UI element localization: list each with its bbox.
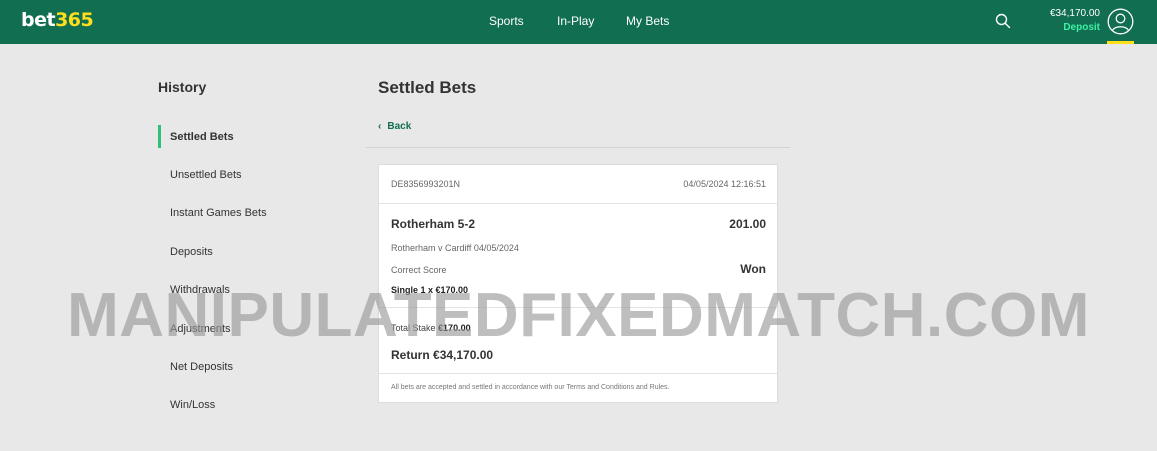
nav-my-bets[interactable]: My Bets [626, 14, 669, 28]
bet-odds: 201.00 [729, 217, 766, 231]
card-divider [379, 203, 777, 204]
bet365-logo[interactable]: bet365 [21, 9, 94, 31]
deposit-link[interactable]: Deposit [1045, 22, 1100, 33]
card-divider [379, 373, 777, 374]
bet-result: Won [740, 262, 766, 276]
terms-text: All bets are accepted and settled in acc… [391, 384, 670, 391]
sidebar-item-net-deposits[interactable]: Net Deposits [170, 361, 233, 373]
active-item-indicator [158, 125, 161, 148]
sidebar-item-instant-games-bets[interactable]: Instant Games Bets [170, 207, 267, 219]
sidebar-item-settled-bets[interactable]: Settled Bets [170, 131, 234, 143]
chevron-left-icon: ‹ [378, 121, 382, 132]
bet-reference: DE8356993201N [391, 179, 461, 189]
nav-in-play[interactable]: In-Play [557, 14, 594, 28]
page-title: Settled Bets [378, 78, 477, 97]
bet-event: Rotherham v Cardiff 04/05/2024 [391, 243, 519, 253]
divider [366, 147, 790, 148]
sidebar-item-win-loss[interactable]: Win/Loss [170, 399, 215, 411]
bet-market: Correct Score [391, 265, 447, 275]
return-label: Return [391, 348, 430, 362]
sidebar-item-adjustments[interactable]: Adjustments [170, 323, 231, 335]
bet-card: DE8356993201N 04/05/2024 12:16:51 Rother… [378, 164, 778, 403]
total-stake-value: €170.00 [438, 323, 471, 333]
top-bar: bet365 Sports In-Play My Bets €34,170.00… [0, 0, 1157, 44]
return-value: €34,170.00 [433, 348, 494, 362]
total-stake-label: Total Stake [391, 323, 436, 333]
account-balance: €34,170.00 [1049, 8, 1100, 19]
bet-datetime: 04/05/2024 12:16:51 [683, 179, 766, 189]
user-icon[interactable] [1107, 8, 1134, 35]
card-divider [379, 307, 777, 308]
sidebar-item-deposits[interactable]: Deposits [170, 246, 213, 258]
bet-return: Return €34,170.00 [391, 348, 493, 362]
bet-selection: Rotherham 5-2 [391, 217, 476, 231]
search-icon[interactable] [995, 13, 1011, 29]
sidebar-item-unsettled-bets[interactable]: Unsettled Bets [170, 169, 242, 181]
back-label: Back [387, 121, 412, 132]
sidebar-item-withdrawals[interactable]: Withdrawals [170, 284, 230, 296]
history-title: History [158, 79, 207, 95]
account-active-indicator [1107, 41, 1134, 44]
bet-type: Single 1 x €170.00 [391, 285, 469, 295]
total-stake: Total Stake €170.00 [391, 323, 471, 333]
nav-sports[interactable]: Sports [489, 14, 524, 28]
back-link[interactable]: ‹ Back [378, 121, 411, 132]
